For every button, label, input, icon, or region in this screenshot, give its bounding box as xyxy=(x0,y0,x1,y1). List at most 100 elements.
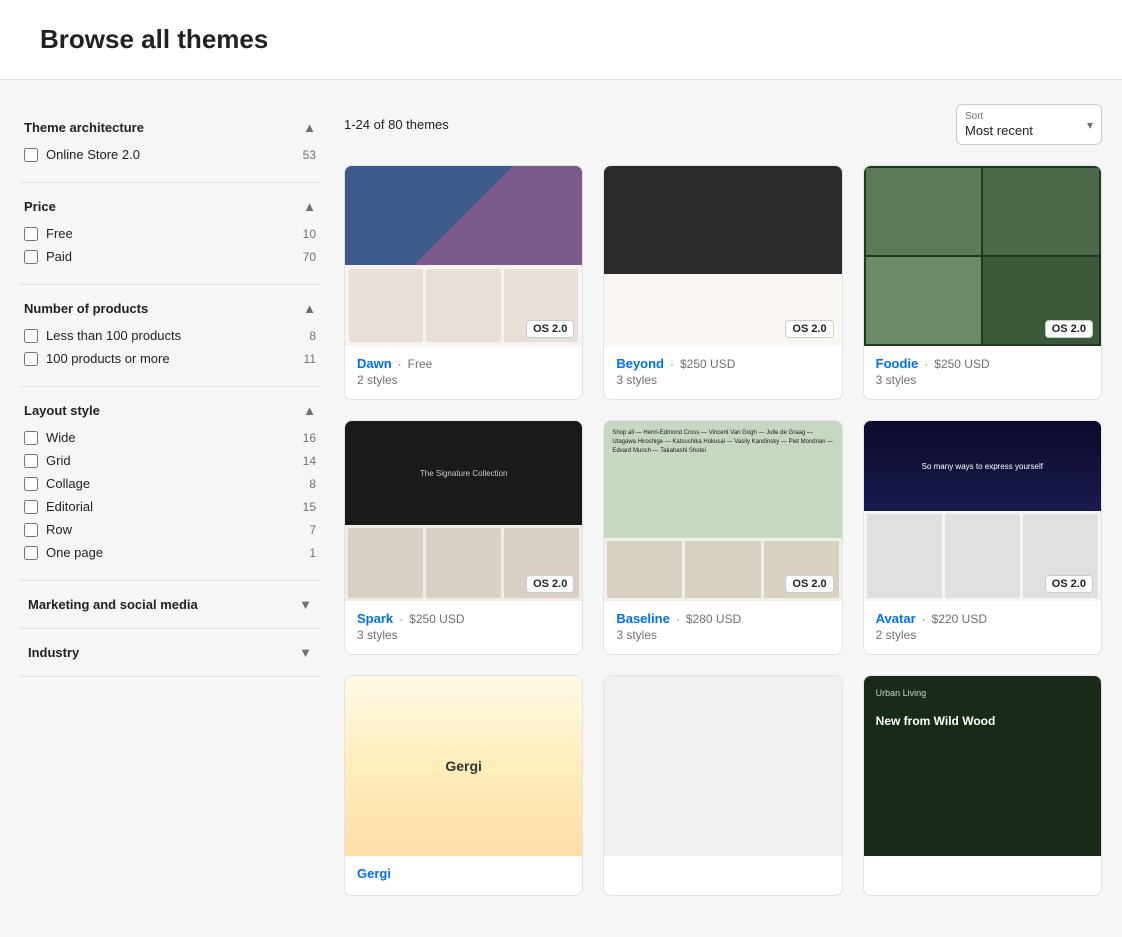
row-checkbox[interactable] xyxy=(24,523,38,537)
avatar-separator: · xyxy=(922,612,926,626)
row-label[interactable]: Row xyxy=(46,522,72,537)
beyond-name-link[interactable]: Beyond xyxy=(616,356,664,371)
baseline-info: Baseline · $280 USD 3 styles xyxy=(604,601,841,654)
marketing-chevron-down-icon: ▼ xyxy=(299,597,312,612)
beyond-product-1 xyxy=(608,278,682,342)
filter-item-100-or-more: 100 products or more 11 xyxy=(20,347,320,370)
theme-image-dawn: OS 2.0 xyxy=(345,166,582,346)
dawn-badge: OS 2.0 xyxy=(526,320,574,338)
filter-item-free: Free 10 xyxy=(20,222,320,245)
less-than-100-checkbox[interactable] xyxy=(24,329,38,343)
content-header: 1-24 of 80 themes Sort Most recent Price… xyxy=(344,104,1102,145)
beyond-badge: OS 2.0 xyxy=(785,320,833,338)
urban-headline: New from Wild Wood xyxy=(864,710,1101,732)
filter-section-layout-style-header[interactable]: Layout style ▲ xyxy=(20,403,320,418)
filter-item-wide: Wide 16 xyxy=(20,426,320,449)
filter-item-collage: Collage 8 xyxy=(20,472,320,495)
100-or-more-label[interactable]: 100 products or more xyxy=(46,351,170,366)
filter-section-industry-header[interactable]: Industry ▼ xyxy=(24,645,316,660)
filter-section-marketing-header[interactable]: Marketing and social media ▼ xyxy=(24,597,316,612)
theme-image-baseline: Shop all — Henri-Edmond Cross — Vincent … xyxy=(604,421,841,601)
row-count: 7 xyxy=(309,523,316,537)
spark-image-bg: The Signature Collection xyxy=(345,421,582,601)
dawn-name-link[interactable]: Dawn xyxy=(357,356,392,371)
less-than-100-label[interactable]: Less than 100 products xyxy=(46,328,181,343)
beyond-info: Beyond · $250 USD 3 styles xyxy=(604,346,841,399)
spark-image-top: The Signature Collection xyxy=(345,421,582,525)
theme-card-foodie[interactable]: OS 2.0 Foodie · $250 USD 3 styles xyxy=(863,165,1102,400)
avatar-info: Avatar · $220 USD 2 styles xyxy=(864,601,1101,654)
theme-grid: OS 2.0 Dawn · Free 2 styles xyxy=(344,165,1102,896)
100-or-more-checkbox[interactable] xyxy=(24,352,38,366)
avatar-styles: 2 styles xyxy=(876,628,1089,642)
theme-card-h[interactable] xyxy=(603,675,842,896)
filter-section-layout-style-label: Layout style xyxy=(24,403,100,418)
collage-label[interactable]: Collage xyxy=(46,476,90,491)
dawn-product-1 xyxy=(349,269,423,342)
grid-checkbox[interactable] xyxy=(24,454,38,468)
gergi-info: Gergi xyxy=(345,856,582,895)
one-page-count: 1 xyxy=(309,546,316,560)
avatar-price: $220 USD xyxy=(932,612,987,626)
sort-select[interactable]: Most recent Price: Low to high Price: Hi… xyxy=(957,105,1101,144)
theme-card-avatar[interactable]: So many ways to express yourself OS 2.0 … xyxy=(863,420,1102,655)
filter-section-industry-label: Industry xyxy=(28,645,79,660)
wide-label[interactable]: Wide xyxy=(46,430,76,445)
spark-badge: OS 2.0 xyxy=(526,575,574,593)
online-store-2-checkbox[interactable] xyxy=(24,148,38,162)
foodie-cell-1 xyxy=(866,168,982,255)
wide-checkbox[interactable] xyxy=(24,431,38,445)
theme-image-foodie: OS 2.0 xyxy=(864,166,1101,346)
baseline-badge: OS 2.0 xyxy=(785,575,833,593)
foodie-price: $250 USD xyxy=(934,357,989,371)
theme-image-h xyxy=(604,676,841,856)
theme-card-spark[interactable]: The Signature Collection OS 2.0 Spark · xyxy=(344,420,583,655)
one-page-checkbox[interactable] xyxy=(24,546,38,560)
free-label[interactable]: Free xyxy=(46,226,73,241)
urban-image-text: Urban Living xyxy=(864,676,1101,710)
avatar-name-link[interactable]: Avatar xyxy=(876,611,916,626)
baseline-styles: 3 styles xyxy=(616,628,829,642)
layout-style-chevron-up-icon: ▲ xyxy=(303,403,316,418)
wide-count: 16 xyxy=(303,431,316,445)
page-title: Browse all themes xyxy=(40,24,1082,55)
theme-card-urban-living[interactable]: Urban Living New from Wild Wood xyxy=(863,675,1102,896)
one-page-label[interactable]: One page xyxy=(46,545,103,560)
theme-card-gergi[interactable]: Gergi Gergi xyxy=(344,675,583,896)
beyond-styles: 3 styles xyxy=(616,373,829,387)
grid-label[interactable]: Grid xyxy=(46,453,71,468)
foodie-name-link[interactable]: Foodie xyxy=(876,356,919,371)
editorial-checkbox[interactable] xyxy=(24,500,38,514)
beyond-image-bg xyxy=(604,166,841,346)
spark-info: Spark · $250 USD 3 styles xyxy=(345,601,582,654)
beyond-name-row: Beyond · $250 USD xyxy=(616,356,829,371)
spark-name-link[interactable]: Spark xyxy=(357,611,393,626)
filter-section-price-header[interactable]: Price ▲ xyxy=(20,199,320,214)
sidebar: Theme architecture ▲ Online Store 2.0 53… xyxy=(20,104,320,896)
filter-item-paid: Paid 70 xyxy=(20,245,320,268)
number-products-chevron-up-icon: ▲ xyxy=(303,301,316,316)
filter-section-number-of-products-header[interactable]: Number of products ▲ xyxy=(20,301,320,316)
collage-checkbox[interactable] xyxy=(24,477,38,491)
paid-checkbox[interactable] xyxy=(24,250,38,264)
filter-section-theme-architecture: Theme architecture ▲ Online Store 2.0 53 xyxy=(20,104,320,183)
theme-card-dawn[interactable]: OS 2.0 Dawn · Free 2 styles xyxy=(344,165,583,400)
dawn-name-row: Dawn · Free xyxy=(357,356,570,371)
paid-label[interactable]: Paid xyxy=(46,249,72,264)
filter-section-number-of-products-label: Number of products xyxy=(24,301,148,316)
baseline-name-row: Baseline · $280 USD xyxy=(616,611,829,626)
editorial-label[interactable]: Editorial xyxy=(46,499,93,514)
online-store-2-label[interactable]: Online Store 2.0 xyxy=(46,147,140,162)
theme-card-beyond[interactable]: OS 2.0 Beyond · $250 USD 3 styles xyxy=(603,165,842,400)
baseline-separator: · xyxy=(676,612,680,626)
filter-section-theme-architecture-header[interactable]: Theme architecture ▲ xyxy=(20,120,320,135)
filter-section-number-of-products: Number of products ▲ Less than 100 produ… xyxy=(20,285,320,387)
baseline-name-link[interactable]: Baseline xyxy=(616,611,669,626)
foodie-info: Foodie · $250 USD 3 styles xyxy=(864,346,1101,399)
theme-card-baseline[interactable]: Shop all — Henri-Edmond Cross — Vincent … xyxy=(603,420,842,655)
gergi-name-link[interactable]: Gergi xyxy=(357,866,391,881)
avatar-image-bg: So many ways to express yourself xyxy=(864,421,1101,601)
free-checkbox[interactable] xyxy=(24,227,38,241)
grid-count: 14 xyxy=(303,454,316,468)
price-chevron-up-icon: ▲ xyxy=(303,199,316,214)
